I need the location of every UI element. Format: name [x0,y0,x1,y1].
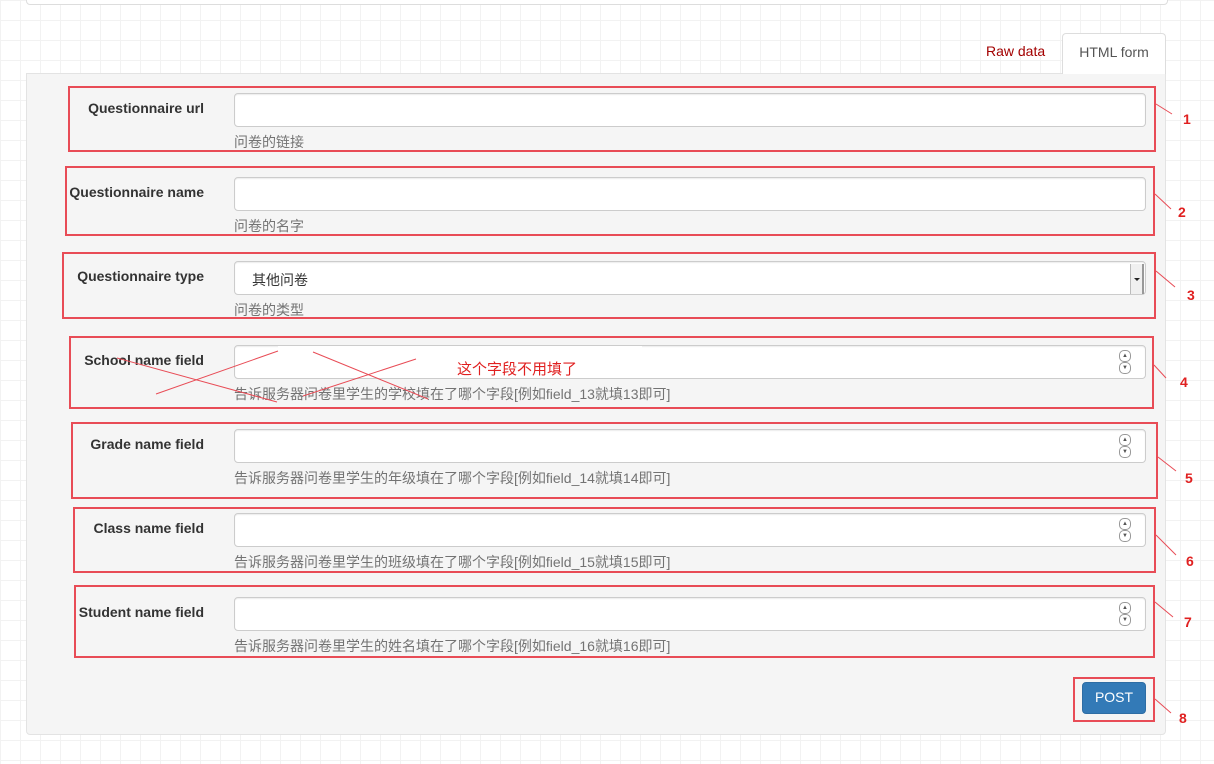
class-name-field-input[interactable]: ▲ ▼ [234,513,1146,547]
questionnaire-name-label: Questionnaire name [69,184,204,200]
school-name-field-help: 告诉服务器问卷里学生的学校填在了哪个字段[例如field_13就填13即可] [234,386,671,402]
post-button[interactable]: POST [1082,682,1146,714]
questionnaire-type-selected-value: 其他问卷 [252,272,308,288]
tab-html-form[interactable]: HTML form [1062,33,1166,74]
student-name-field-label: Student name field [78,604,204,620]
questionnaire-url-label: Questionnaire url [88,100,204,116]
school-name-field-label: School name field [84,352,204,368]
questionnaire-type-select[interactable]: 其他问卷 [234,261,1146,295]
questionnaire-type-help: 问卷的类型 [234,302,304,318]
class-name-field-help: 告诉服务器问卷里学生的班级填在了哪个字段[例如field_15就填15即可] [234,554,671,570]
annotation-marker-1: 1 [1183,111,1191,127]
questionnaire-url-help: 问卷的链接 [234,134,304,150]
grade-name-field-input[interactable]: ▲ ▼ [234,429,1146,463]
grade-name-field-label: Grade name field [90,436,204,452]
annotation-marker-2: 2 [1178,204,1186,220]
grade-name-field-help: 告诉服务器问卷里学生的年级填在了哪个字段[例如field_14就填14即可] [234,470,671,486]
number-spinner[interactable]: ▲ ▼ [1119,433,1131,459]
annotation-marker-7: 7 [1184,614,1192,630]
spin-up-icon[interactable]: ▲ [1119,602,1131,614]
annotation-marker-5: 5 [1185,470,1193,486]
spin-up-icon[interactable]: ▲ [1119,350,1131,362]
spin-down-icon[interactable]: ▼ [1119,362,1131,374]
annotation-marker-4: 4 [1180,374,1188,390]
questionnaire-name-input[interactable] [234,177,1146,211]
dropdown-arrow-icon[interactable] [1130,264,1144,294]
student-name-field-input[interactable]: ▲ ▼ [234,597,1146,631]
annotation-note: 这个字段不用填了 [457,361,578,378]
spin-up-icon[interactable]: ▲ [1119,518,1131,530]
questionnaire-name-help: 问卷的名字 [234,218,304,234]
spin-down-icon[interactable]: ▼ [1119,614,1131,626]
tab-raw-data[interactable]: Raw data [971,33,1060,73]
class-name-field-label: Class name field [93,520,205,536]
questionnaire-type-label: Questionnaire type [77,268,204,284]
number-spinner[interactable]: ▲ ▼ [1119,601,1131,627]
spin-up-icon[interactable]: ▲ [1119,434,1131,446]
spin-down-icon[interactable]: ▼ [1119,530,1131,542]
number-spinner[interactable]: ▲ ▼ [1119,517,1131,543]
spin-down-icon[interactable]: ▼ [1119,446,1131,458]
annotation-marker-6: 6 [1186,553,1194,569]
annotation-marker-8: 8 [1179,710,1187,726]
previous-panel-edge [26,0,1168,5]
number-spinner[interactable]: ▲ ▼ [1119,349,1131,375]
questionnaire-url-input[interactable] [234,93,1146,127]
annotation-marker-3: 3 [1187,287,1195,303]
student-name-field-help: 告诉服务器问卷里学生的姓名填在了哪个字段[例如field_16就填16即可] [234,638,671,654]
